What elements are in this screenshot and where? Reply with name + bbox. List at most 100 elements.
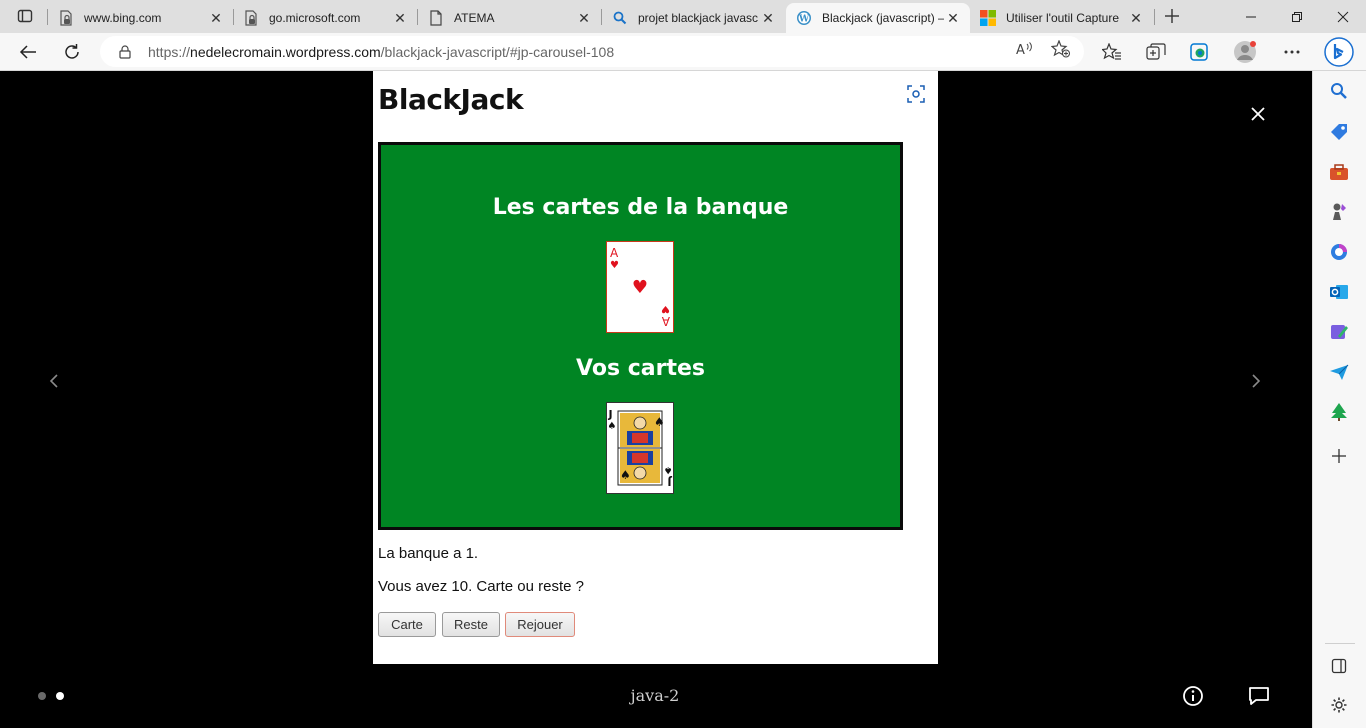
sidebar-tools-button[interactable] [1327, 160, 1351, 184]
tag-icon [1331, 124, 1347, 140]
tab-capture-tool[interactable]: Utiliser l'outil Capture ✕ [970, 3, 1153, 33]
tab-actions-button[interactable] [13, 5, 37, 27]
sidebar-shopping-button[interactable] [1327, 120, 1351, 144]
sidebar-games-button[interactable] [1327, 200, 1351, 224]
back-button[interactable] [13, 37, 43, 67]
microsoft-logo-icon [980, 10, 996, 26]
sidebar-settings-button[interactable] [1327, 693, 1351, 717]
replay-button[interactable]: Rejouer [505, 612, 575, 637]
more-icon [1284, 50, 1300, 54]
sidebar-outlook-button[interactable] [1327, 280, 1351, 304]
url-prefix: https:// [148, 43, 191, 60]
sidebar-designer-button[interactable] [1327, 320, 1351, 344]
close-carousel-button[interactable] [1247, 103, 1269, 125]
star-plus-icon [1051, 40, 1070, 58]
tab-label: www.bing.com [84, 11, 162, 25]
card-table: Les cartes de la banque A ♥ ♥ A ♥ Vos ca… [378, 142, 903, 530]
stand-button[interactable]: Reste [442, 612, 500, 637]
tab-go-microsoft[interactable]: go.microsoft.com ✕ [233, 3, 417, 33]
restore-button[interactable] [1274, 0, 1320, 33]
new-tab-button[interactable] [1160, 5, 1184, 27]
focus-scan-icon [907, 85, 925, 103]
sidebar-send-button[interactable] [1327, 360, 1351, 384]
svg-text:A: A [1016, 43, 1025, 57]
url-text: https://nedelecromain.wordpress.com/blac… [148, 44, 614, 60]
card-suit: ♠ [608, 421, 617, 432]
sidebar-divider [1325, 643, 1355, 644]
toolbox-icon [1330, 164, 1348, 180]
card-rank: A [610, 246, 619, 260]
add-favorite-button[interactable] [1050, 39, 1072, 59]
comment-icon [1249, 687, 1269, 705]
slide-dot-1[interactable] [38, 692, 46, 700]
sidebar-office-button[interactable] [1327, 240, 1351, 264]
minimize-button[interactable] [1228, 0, 1274, 33]
avatar-icon [1234, 41, 1256, 63]
svg-text:W: W [798, 15, 810, 25]
profile-button[interactable] [1231, 38, 1259, 66]
svg-text:♠: ♠ [654, 415, 665, 429]
tab-atema[interactable]: ATEMA ✕ [418, 3, 601, 33]
game-title: BlackJack [378, 83, 524, 116]
slide-dot-2-active[interactable] [56, 692, 64, 700]
hit-button[interactable]: Carte [378, 612, 436, 637]
lock-icon[interactable] [116, 44, 134, 59]
chevron-right-icon [1252, 374, 1261, 388]
sidebar-layout-button[interactable] [1327, 654, 1351, 678]
read-aloud-button[interactable]: A [1014, 39, 1036, 59]
wordpress-icon: W [796, 10, 812, 26]
close-tab-icon[interactable]: ✕ [944, 9, 962, 27]
slide-indicator [38, 692, 64, 700]
close-tab-icon[interactable]: ✕ [1127, 9, 1145, 27]
player-status-text: Vous avez 10. Carte ou reste ? [378, 578, 584, 595]
next-slide-button[interactable] [1246, 371, 1266, 391]
tab-actions-icon [17, 9, 33, 23]
bank-cards-heading: Les cartes de la banque [492, 195, 789, 220]
bing-chat-button[interactable] [1323, 36, 1355, 68]
info-button[interactable] [1181, 684, 1205, 708]
close-window-button[interactable] [1320, 0, 1366, 33]
page-lock-icon [243, 10, 259, 26]
read-aloud-icon: A [1016, 42, 1032, 57]
url-field[interactable]: https://nedelecromain.wordpress.com/blac… [100, 36, 1084, 67]
search-icon [1331, 83, 1347, 99]
tab-separator [1154, 9, 1155, 25]
info-icon [1183, 686, 1203, 706]
tab-blackjack-active[interactable]: W Blackjack (javascript) – ✕ [786, 3, 970, 33]
previous-slide-button[interactable] [44, 371, 64, 391]
sidebar-search-button[interactable] [1327, 79, 1351, 103]
close-tab-icon[interactable]: ✕ [391, 9, 409, 27]
tab-bing[interactable]: www.bing.com ✕ [48, 3, 233, 33]
favorites-icon [1102, 43, 1121, 60]
tab-label: go.microsoft.com [269, 11, 361, 25]
plus-icon [1332, 449, 1346, 463]
tab-search-blackjack[interactable]: projet blackjack javasc ✕ [602, 3, 785, 33]
close-tab-icon[interactable]: ✕ [575, 9, 593, 27]
player-cards-heading: Vos cartes [576, 356, 705, 381]
card-suit: ♥ [610, 260, 619, 271]
close-tab-icon[interactable]: ✕ [759, 9, 777, 27]
card-center-suit: ♥ [632, 277, 648, 298]
edge-extension-button[interactable] [1186, 38, 1214, 66]
carousel-slide: BlackJack Les cartes de la banque A ♥ ♥ … [373, 71, 938, 664]
collections-button[interactable] [1142, 38, 1170, 66]
refresh-button[interactable] [57, 37, 87, 67]
designer-icon [1331, 325, 1348, 339]
card-rank: J [608, 408, 613, 421]
favorites-button[interactable] [1098, 38, 1126, 66]
tree-icon [1331, 403, 1347, 421]
page-lock-icon [58, 10, 74, 26]
settings-more-button[interactable] [1278, 38, 1306, 66]
svg-text:♠: ♠ [620, 468, 631, 482]
ace-of-hearts-card: A ♥ ♥ A ♥ [610, 246, 670, 328]
close-tab-icon[interactable]: ✕ [207, 9, 225, 27]
chess-piece-icon [1333, 203, 1346, 220]
sidebar-tree-button[interactable] [1327, 400, 1351, 424]
tab-bar: www.bing.com ✕ go.microsoft.com ✕ ATEMA … [0, 0, 1366, 33]
zoom-button[interactable] [903, 81, 929, 107]
sidebar-add-button[interactable] [1327, 444, 1351, 468]
refresh-icon [65, 44, 79, 59]
bing-icon [1324, 37, 1354, 67]
card-rank-bottom: J [667, 475, 672, 488]
comments-button[interactable] [1247, 684, 1271, 708]
